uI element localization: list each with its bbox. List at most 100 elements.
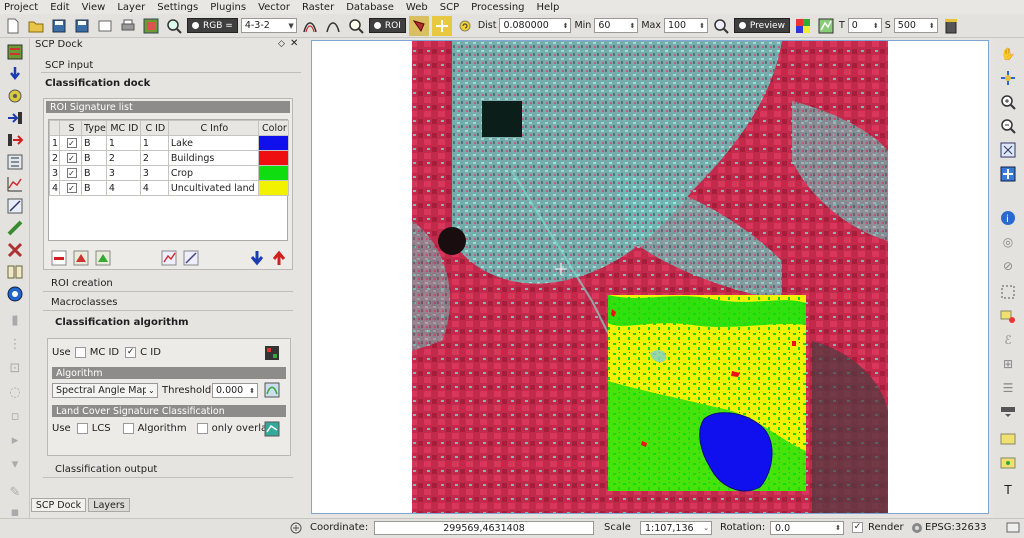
lcs-checkbox[interactable] [76, 423, 88, 434]
disabled-tool-icon[interactable]: ▾ [5, 454, 25, 474]
band-calc-icon[interactable] [5, 152, 25, 172]
col-header-c-info[interactable]: C Info [167, 120, 259, 136]
dist-input[interactable]: 0.080000 ⬍ [499, 18, 572, 33]
save-icon[interactable] [49, 16, 69, 36]
menu-processing[interactable]: Processing [471, 2, 524, 13]
menu-help[interactable]: Help [537, 2, 560, 13]
zoom-to-raster-icon[interactable] [164, 16, 184, 36]
print-icon[interactable] [118, 16, 138, 36]
annotation-icon[interactable] [998, 306, 1018, 326]
signature-checkbox[interactable]: ✓ [66, 168, 77, 178]
preview-toggle-button[interactable]: Preview [733, 18, 790, 33]
algorithm-select[interactable]: Spectral Angle Map ⌄ [52, 383, 158, 398]
float-dock-icon[interactable]: ◇ [278, 39, 285, 49]
zoom-full-icon[interactable] [998, 140, 1018, 160]
menu-plugins[interactable]: Plugins [210, 2, 246, 13]
local-stretch-icon[interactable] [300, 16, 320, 36]
disabled-tool-icon[interactable]: ✎ [5, 482, 25, 502]
disabled-tool-icon[interactable]: ▮ [5, 310, 25, 330]
disabled-tool-icon[interactable]: ◌ [5, 382, 25, 402]
download-arrow-icon[interactable] [5, 64, 25, 84]
rgb-toggle-button[interactable]: RGB = [187, 18, 238, 33]
signature-checkbox[interactable]: ✓ [66, 138, 77, 148]
scp-menu-icon[interactable] [5, 42, 25, 62]
min-input[interactable]: 60 ⬍ [594, 18, 639, 33]
preprocessing-icon[interactable] [5, 108, 25, 128]
messages-icon[interactable] [1006, 521, 1020, 538]
algorithm-plot-icon[interactable] [263, 381, 281, 399]
row-select-checkbox[interactable]: ✓ [59, 150, 82, 166]
table-row[interactable]: 2 ✓ B 2 2 Buildings [49, 150, 290, 166]
disabled-tool-icon[interactable]: ▫ [5, 406, 25, 426]
col-header-color[interactable]: Color [257, 120, 290, 136]
row-select-checkbox[interactable]: ✓ [59, 135, 82, 151]
menu-view[interactable]: View [82, 2, 106, 13]
delete-signature-icon[interactable] [50, 249, 68, 267]
disabled-tool-icon[interactable]: ▸ [5, 430, 25, 450]
col-header-c-id[interactable]: C ID [139, 120, 169, 136]
c-id-checkbox[interactable]: ✓ [125, 347, 137, 358]
toolbar-overflow-icon[interactable] [998, 402, 1018, 422]
spectral-plot-icon[interactable] [5, 174, 25, 194]
epsg-label[interactable]: EPSG:32633 [925, 522, 987, 533]
postprocessing-icon[interactable] [5, 130, 25, 150]
menu-raster[interactable]: Raster [302, 2, 334, 13]
measure-icon[interactable]: ℰ [998, 330, 1018, 350]
create-roi-polygon-icon[interactable] [408, 15, 429, 36]
text-tool-icon[interactable]: T [998, 480, 1018, 500]
row-color-swatch[interactable] [257, 150, 290, 166]
identify-icon[interactable]: i [998, 208, 1018, 228]
zoom-to-preview-icon[interactable] [711, 16, 731, 36]
export-signature-icon[interactable] [270, 249, 288, 267]
close-dock-icon[interactable]: ✕ [290, 38, 298, 49]
table-row[interactable]: 4 ✓ B 4 4 Uncultivated land [49, 180, 290, 196]
menu-edit[interactable]: Edit [50, 2, 69, 13]
menu-vector[interactable]: Vector [258, 2, 290, 13]
scale-combo[interactable]: 1:107,136 ⌄ [640, 521, 712, 535]
col-header-type[interactable]: Type [81, 120, 107, 136]
measure-angle-icon[interactable]: ☰ [998, 378, 1018, 398]
text-annotation-icon[interactable] [998, 430, 1018, 450]
roi-creation-header[interactable]: ROI creation [43, 278, 293, 292]
classification-algorithm-header[interactable]: Classification algorithm [43, 317, 293, 331]
save-as-icon[interactable] [72, 16, 92, 36]
weight-settings-icon[interactable] [263, 344, 281, 362]
menu-scp[interactable]: SCP [440, 2, 459, 13]
disabled-tool-icon[interactable]: ⋮ [5, 334, 25, 354]
zoom-in-icon[interactable] [998, 92, 1018, 112]
tab-layers[interactable]: Layers [88, 498, 130, 512]
zoom-layer-icon[interactable] [998, 164, 1018, 184]
classification-dock-header[interactable]: Classification dock [41, 78, 301, 92]
spectral-plot-button-icon[interactable] [160, 249, 178, 267]
algorithm-checkbox[interactable] [122, 423, 134, 434]
html-annotation-icon[interactable] [998, 454, 1018, 474]
select-features-icon[interactable]: ◎ [998, 232, 1018, 252]
calculate-signatures-icon[interactable] [94, 249, 112, 267]
row-color-swatch[interactable] [257, 165, 290, 181]
select-by-area-icon[interactable] [998, 282, 1018, 302]
disabled-tool-icon[interactable]: ⊡ [5, 358, 25, 378]
merge-signatures-icon[interactable] [72, 249, 90, 267]
signature-checkbox[interactable]: ✓ [66, 153, 77, 163]
signature-checkbox[interactable]: ✓ [66, 183, 77, 193]
menu-database[interactable]: Database [346, 2, 394, 13]
menu-settings[interactable]: Settings [157, 2, 198, 13]
remove-temp-files-icon[interactable] [941, 16, 961, 36]
cumulative-stretch-icon[interactable] [323, 16, 343, 36]
zoom-to-roi-icon[interactable] [346, 16, 366, 36]
scatter-plot-icon[interactable] [5, 196, 25, 216]
import-signature-icon[interactable] [248, 249, 266, 267]
rotation-input[interactable]: 0.0 ⬍ [770, 521, 844, 535]
new-project-icon[interactable] [3, 16, 23, 36]
col-header-mc-id[interactable]: MC ID [105, 120, 141, 136]
open-folder-icon[interactable] [26, 16, 46, 36]
map-canvas[interactable] [311, 40, 989, 514]
menu-web[interactable]: Web [406, 2, 428, 13]
classification-output-header[interactable]: Classification output [43, 464, 293, 478]
measure-area-icon[interactable]: ⊞ [998, 354, 1018, 374]
classification-preview-icon[interactable] [793, 16, 813, 36]
mc-id-checkbox[interactable] [74, 347, 86, 358]
help-icon[interactable] [5, 284, 25, 304]
row-color-swatch[interactable] [257, 180, 290, 196]
table-row[interactable]: 1 ✓ B 1 1 Lake [49, 135, 290, 151]
